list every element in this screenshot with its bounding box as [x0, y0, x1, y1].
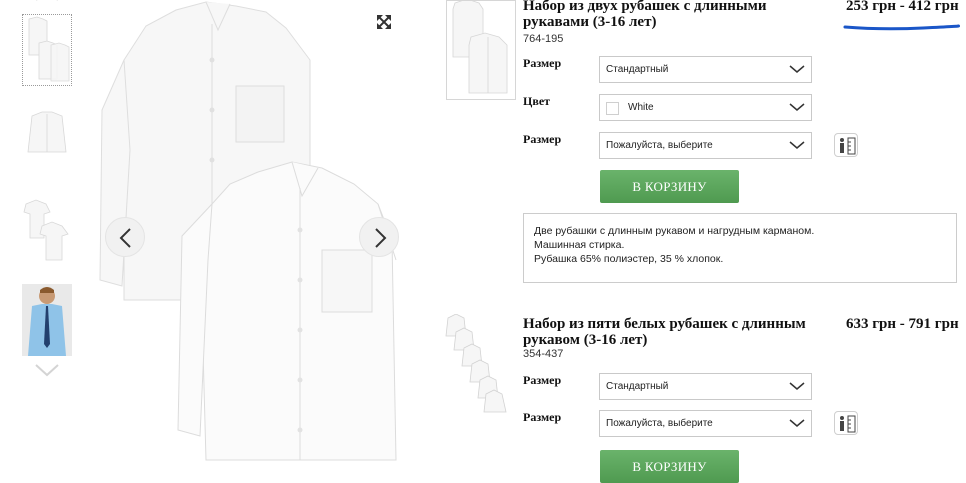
- price-underline-mark: [843, 24, 960, 31]
- product-title[interactable]: Набор из пяти белых рубашек с длинным ру…: [523, 316, 806, 348]
- product-thumbnail[interactable]: [446, 0, 516, 100]
- option-label-size: Размер: [523, 132, 562, 146]
- gallery-next-button[interactable]: [359, 217, 399, 257]
- chevron-down-icon: [789, 382, 805, 390]
- size-guide-button[interactable]: [834, 411, 858, 435]
- thumbnail-two-shirts[interactable]: [22, 14, 72, 86]
- size-select[interactable]: Стандартный: [599, 373, 812, 400]
- add-to-cart-button[interactable]: В КОРЗИНУ: [600, 170, 739, 203]
- chevron-right-icon: [375, 228, 387, 248]
- option-label-size: Размер: [523, 373, 562, 387]
- gallery-prev-button[interactable]: [105, 217, 145, 257]
- color-select[interactable]: White: [599, 94, 812, 121]
- chevron-up-icon[interactable]: [22, 0, 72, 2]
- thumbnail-short-sleeve[interactable]: [22, 194, 72, 266]
- color-swatch: [606, 102, 619, 115]
- product-price: 633 грн - 791 грн: [846, 316, 959, 332]
- option-label-size: Размер: [523, 410, 562, 424]
- thumbnail-model-photo[interactable]: [22, 284, 72, 356]
- product-description: Две рубашки с длинным рукавом и нагрудны…: [523, 213, 957, 283]
- size-select[interactable]: Пожалуйста, выберите: [599, 132, 812, 159]
- size-select[interactable]: Стандартный: [599, 56, 812, 83]
- add-to-cart-button[interactable]: В КОРЗИНУ: [600, 450, 739, 483]
- product-code: 764-195: [523, 33, 564, 45]
- chevron-down-icon: [789, 141, 805, 149]
- option-label-color: Цвет: [523, 94, 551, 108]
- chevron-down-icon: [789, 65, 805, 73]
- size-guide-icon: [840, 415, 856, 433]
- product-price: 253 грн - 412 грн: [846, 0, 959, 14]
- chevron-down-icon: [789, 419, 805, 427]
- size-select[interactable]: Пожалуйста, выберите: [599, 410, 812, 437]
- product-thumbnail[interactable]: [444, 313, 512, 414]
- chevron-left-icon: [119, 228, 131, 248]
- size-guide-icon: [840, 137, 856, 155]
- option-label-size: Размер: [523, 56, 562, 70]
- chevron-down-icon: [789, 103, 805, 111]
- product-title[interactable]: Набор из двух рубашек с длинными рукавам…: [523, 0, 766, 30]
- expand-arrows-icon[interactable]: [377, 15, 391, 29]
- thumbnail-single-shirt[interactable]: [22, 104, 72, 176]
- chevron-down-icon[interactable]: [34, 362, 60, 378]
- product-code: 354-437: [523, 348, 564, 360]
- size-guide-button[interactable]: [834, 133, 858, 157]
